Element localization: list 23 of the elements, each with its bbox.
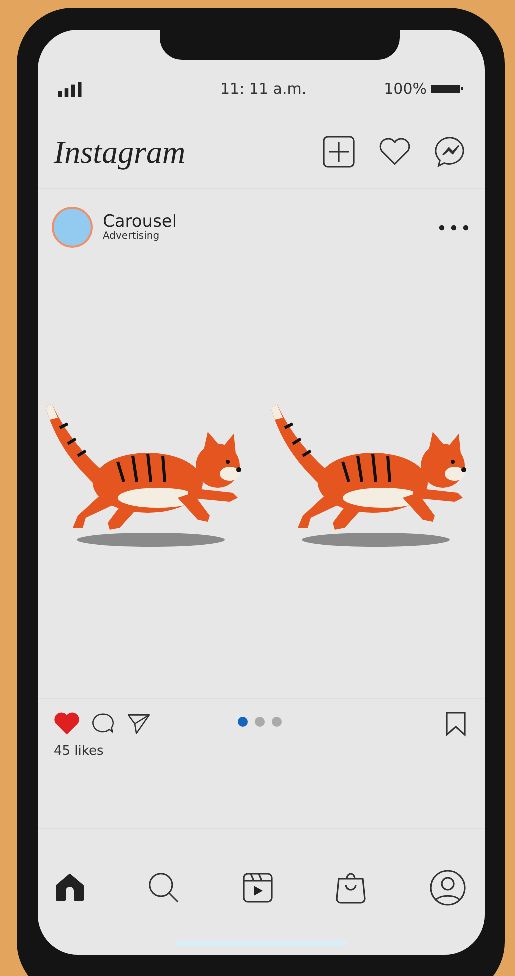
add-post-icon[interactable] xyxy=(323,136,355,168)
comment-icon[interactable] xyxy=(90,712,116,736)
app-logo: Instagram xyxy=(54,134,186,170)
post-subtitle: Advertising xyxy=(103,231,161,242)
video-icon[interactable] xyxy=(242,871,274,905)
profile-icon[interactable] xyxy=(429,869,467,907)
signal-icon xyxy=(58,82,83,96)
like-icon[interactable] xyxy=(54,712,80,736)
username[interactable]: Carousel xyxy=(103,213,439,231)
battery-percent: 100% xyxy=(384,80,427,98)
like-count: 45 likes xyxy=(53,743,105,761)
share-icon[interactable] xyxy=(126,712,152,736)
bookmark-icon[interactable] xyxy=(445,711,467,737)
carousel-dot[interactable] xyxy=(238,717,248,727)
messenger-icon[interactable] xyxy=(435,136,467,168)
search-icon[interactable] xyxy=(148,871,180,905)
heart-icon[interactable] xyxy=(379,136,411,168)
shopping-bag-icon[interactable] xyxy=(335,871,368,905)
carousel-dot[interactable] xyxy=(272,717,282,727)
status-time: 11: 11 a.m. xyxy=(220,80,307,98)
carousel-dot[interactable] xyxy=(255,717,265,727)
more-options-icon[interactable] xyxy=(439,224,469,230)
battery-icon xyxy=(431,84,463,94)
